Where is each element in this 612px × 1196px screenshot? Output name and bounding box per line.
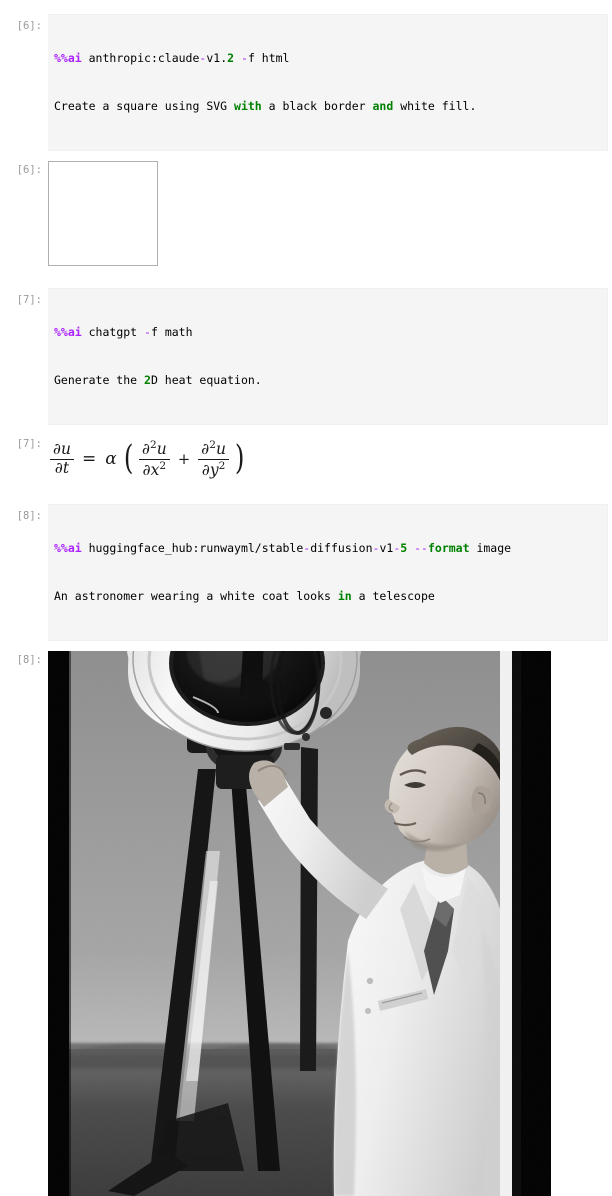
- keyword-and: and: [372, 99, 394, 113]
- prompt-text-post: white fill.: [393, 99, 477, 113]
- term1-fraction: ∂2u ∂x2: [139, 439, 170, 480]
- plus-sign: +: [177, 450, 191, 468]
- prompt-text-post: a telescope: [351, 589, 435, 603]
- keyword-with: with: [234, 99, 262, 113]
- cell-7-output-prompt: [7]:: [16, 438, 42, 450]
- prompt-text-pre: An astronomer wearing a white coat looks: [54, 589, 338, 603]
- cell-7-gap: [0, 425, 612, 433]
- notebook-cell-8: [8]: %%ai huggingface_hub:runwayml/stabl…: [0, 504, 612, 1196]
- cell-7-input-prompt: [7]:: [16, 294, 42, 306]
- cell-7-code-line-2: Generate the 2D heat equation.: [54, 372, 601, 388]
- notebook-cell-7: [7]: %%ai chatgpt -f math Generate the 2…: [0, 288, 612, 482]
- paren-open: (: [123, 438, 134, 479]
- number-2: 2: [144, 373, 151, 387]
- magic-token: %%ai: [54, 541, 82, 555]
- term2-num-sup: 2: [209, 438, 216, 451]
- flag-dash: -: [241, 51, 248, 65]
- cell-7-code-line-1: %%ai chatgpt -f math: [54, 324, 601, 340]
- cell-8-code-line-2: An astronomer wearing a white coat looks…: [54, 588, 601, 604]
- term1-denominator: ∂x2: [140, 460, 169, 480]
- magic-token: %%ai: [54, 325, 82, 339]
- cell-6-code-line-1: %%ai anthropic:claude-v1.2 -f html: [54, 50, 601, 66]
- prompt-text-pre: Generate the: [54, 373, 145, 387]
- term2-den-sup: 2: [218, 459, 226, 472]
- term2-den-base: ∂y: [201, 460, 219, 479]
- term1-num-var: u: [156, 439, 167, 458]
- cell-gap-7-8: [0, 482, 612, 504]
- cell-8-output-row: [8]:: [0, 649, 612, 1196]
- cell-gap-6-7: [0, 266, 612, 288]
- cell-8-input-prompt: [8]:: [16, 510, 42, 522]
- model-mid-2: v1: [379, 541, 394, 555]
- lhs-fraction: ∂u ∂t: [50, 440, 74, 478]
- cell-8-output-prompt: [8]:: [16, 654, 42, 666]
- double-dash-token: --: [414, 541, 428, 555]
- magic-token: %%ai: [54, 51, 82, 65]
- model-target: chatgpt: [81, 325, 138, 339]
- term1-den-sup: 2: [159, 459, 167, 472]
- cell-7-output-row: [7]: ∂u ∂t = α ( ∂2u ∂x2 + ∂2u ∂y2): [0, 433, 612, 482]
- format-flag: f math: [150, 325, 193, 339]
- format-flag: f html: [247, 51, 290, 65]
- cell-6-gap: [0, 151, 612, 159]
- cell-6-code-editor[interactable]: %%ai anthropic:claude-v1.2 -f html Creat…: [48, 14, 608, 151]
- cell-6-input-row: [6]: %%ai anthropic:claude-v1.2 -f html …: [0, 14, 612, 151]
- astronomer-telescope-image: [48, 651, 551, 1196]
- model-target: anthropic:claude: [81, 51, 200, 65]
- cell-6-output-row: [6]:: [0, 159, 612, 266]
- model-mid-1: diffusion: [310, 541, 373, 555]
- keyword-in: in: [337, 589, 352, 603]
- term1-num-sup: 2: [150, 438, 157, 451]
- notebook-cell-6: [6]: %%ai anthropic:claude-v1.2 -f html …: [0, 14, 612, 266]
- cell-8-output-area: [48, 649, 612, 1196]
- cell-8-code-line-1: %%ai huggingface_hub:runwayml/stable-dif…: [54, 540, 601, 556]
- prompt-text-post: D heat equation.: [150, 373, 262, 387]
- term1-numerator: ∂2u: [139, 439, 170, 460]
- prompt-text-pre: Create a square using SVG: [54, 99, 235, 113]
- cell-8-code-editor[interactable]: %%ai huggingface_hub:runwayml/stable-dif…: [48, 504, 608, 641]
- term2-denominator: ∂y2: [199, 460, 228, 480]
- term2-num-var: u: [216, 439, 226, 458]
- flag-dash: -: [144, 325, 151, 339]
- format-value: image: [469, 541, 512, 555]
- paren-close: ): [234, 438, 245, 479]
- cell-6-code-line-2: Create a square using SVG with a black b…: [54, 98, 601, 114]
- alpha-symbol: α: [105, 449, 117, 469]
- term2-numerator: ∂2u: [198, 439, 229, 460]
- notebook-container: [6]: %%ai anthropic:claude-v1.2 -f html …: [0, 0, 612, 1196]
- cell-6-output-prompt: [6]:: [16, 164, 42, 176]
- math-equation-output: ∂u ∂t = α ( ∂2u ∂x2 + ∂2u ∂y2 ): [48, 435, 612, 482]
- model-target: huggingface_hub:runwayml/stable: [81, 541, 304, 555]
- prompt-text-mid: a black border: [261, 99, 373, 113]
- format-keyword: format: [427, 541, 470, 555]
- equals-sign: =: [82, 449, 97, 469]
- cell-8-input-row: [8]: %%ai huggingface_hub:runwayml/stabl…: [0, 504, 612, 641]
- lhs-numerator: ∂u: [50, 440, 74, 460]
- term1-num-base: ∂: [142, 439, 151, 458]
- cell-7-code-editor[interactable]: %%ai chatgpt -f math Generate the 2D hea…: [48, 288, 608, 425]
- cell-7-input-row: [7]: %%ai chatgpt -f math Generate the 2…: [0, 288, 612, 425]
- cell-6-input-prompt: [6]:: [16, 20, 42, 32]
- version-prefix: v1.: [206, 51, 228, 65]
- term2-fraction: ∂2u ∂y2: [198, 439, 229, 480]
- lhs-denominator: ∂t: [54, 458, 70, 477]
- term1-den-base: ∂x: [142, 460, 160, 479]
- cell-7-output-area: ∂u ∂t = α ( ∂2u ∂x2 + ∂2u ∂y2 ): [48, 433, 612, 482]
- cell-8-gap: [0, 641, 612, 649]
- svg-square-output: [48, 161, 158, 266]
- cell-6-output-area: [48, 159, 612, 266]
- generated-image-container: [48, 651, 551, 1196]
